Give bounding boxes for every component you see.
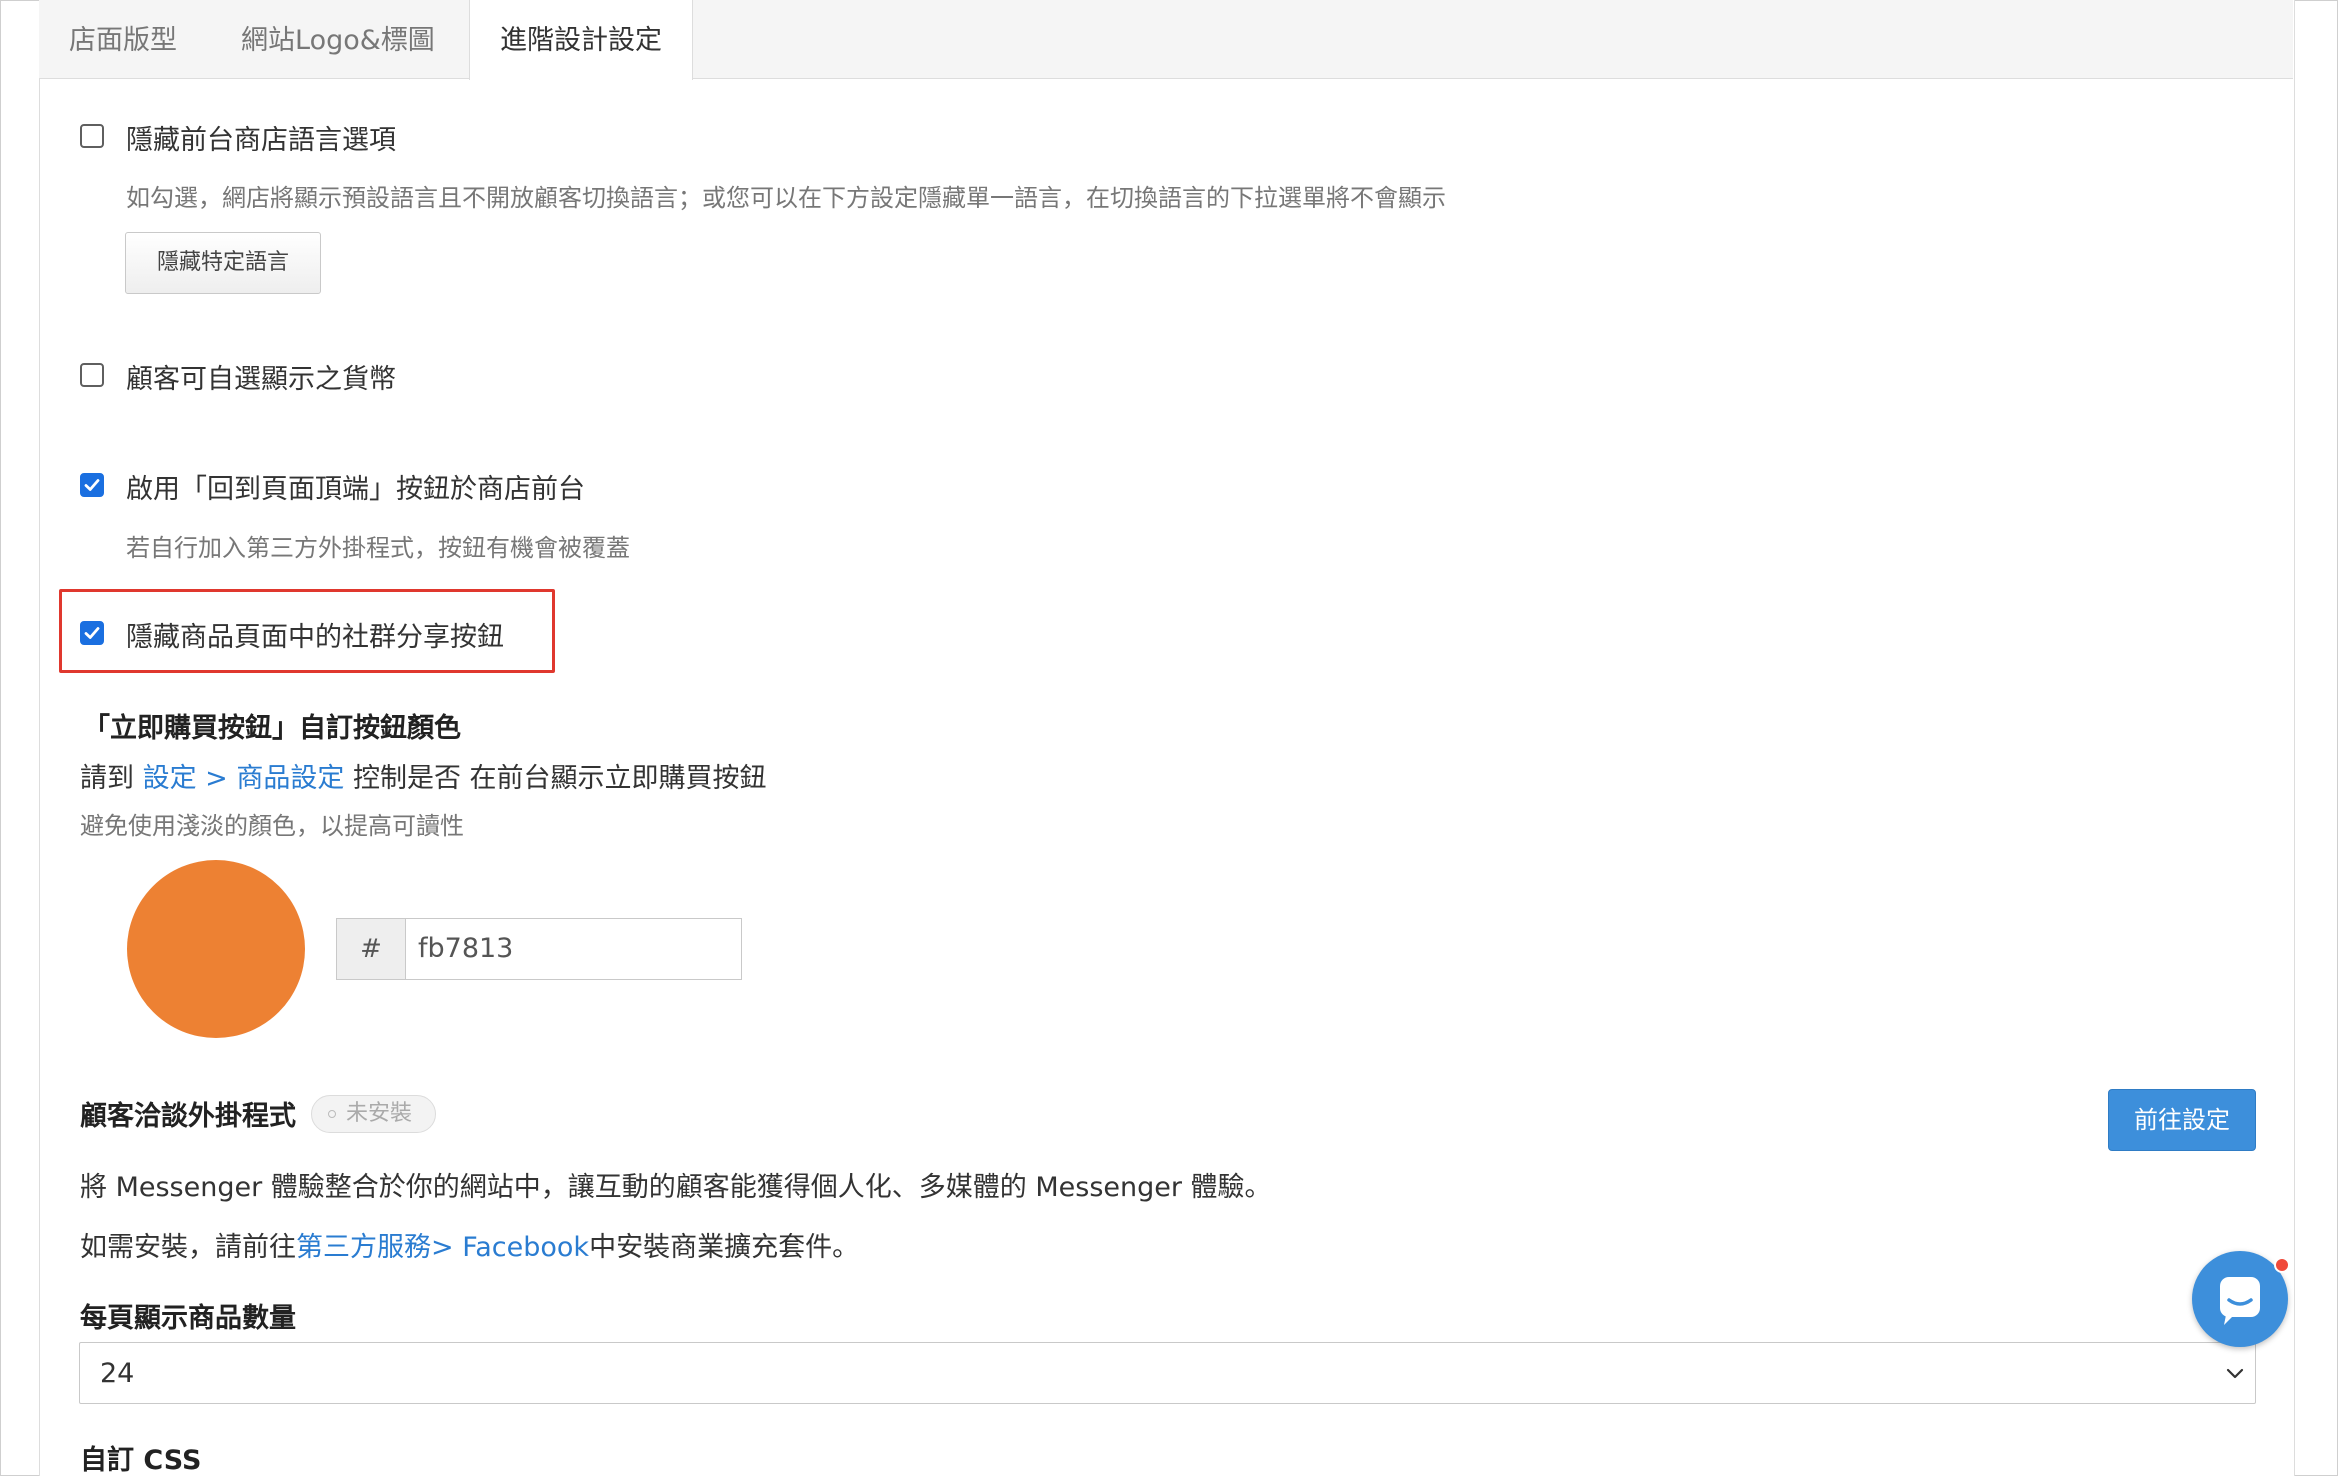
- product-settings-link[interactable]: 設定 > 商品設定: [143, 763, 345, 794]
- status-badge: 未安裝: [311, 1095, 436, 1133]
- tab-logo-banner[interactable]: 網站Logo&標圖: [241, 0, 435, 78]
- install-note-suffix: 中安裝商業擴充套件。: [589, 1232, 860, 1263]
- tab-storefront-theme[interactable]: 店面版型: [69, 0, 177, 78]
- hide-social-checkbox[interactable]: [80, 621, 104, 645]
- hide-language-hint: 如勾選，網店將顯示預設語言且不開放顧客切換語言；或您可以在下方設定隱藏單一語言，…: [126, 184, 1446, 212]
- notification-dot: [2274, 1257, 2290, 1273]
- buy-now-color-hint: 避免使用淺淡的顏色，以提高可讀性: [80, 812, 464, 840]
- messenger-title: 顧客洽談外掛程式: [80, 1101, 296, 1132]
- buy-now-color-title: 「立即購買按鈕」自訂按鈕顏色: [83, 713, 461, 744]
- back-to-top-hint: 若自行加入第三方外掛程式，按鈕有機會被覆蓋: [126, 534, 630, 562]
- back-to-top-checkbox[interactable]: [80, 473, 104, 497]
- status-dot-icon: [328, 1110, 336, 1118]
- messenger-desc: 將 Messenger 體驗整合於你的網站中，讓互動的顧客能獲得個人化、多媒體的…: [80, 1172, 1272, 1203]
- tab-advanced-design[interactable]: 進階設計設定: [469, 0, 693, 80]
- facebook-service-link[interactable]: 第三方服務> Facebook: [296, 1232, 589, 1263]
- install-note-prefix: 如需安裝，請前往: [80, 1232, 296, 1263]
- checkmark-icon: [84, 479, 100, 491]
- buy-now-color-desc: 請到 設定 > 商品設定 控制是否 在前台顯示立即購買按鈕: [80, 756, 767, 795]
- hide-specific-language-button[interactable]: 隱藏特定語言: [125, 232, 321, 294]
- color-hex-value[interactable]: fb7813: [406, 919, 513, 979]
- per-page-title: 每頁顯示商品數量: [80, 1303, 296, 1334]
- desc-suffix: 控制是否 在前台顯示立即購買按鈕: [344, 763, 767, 794]
- status-badge-label: 未安裝: [346, 1101, 413, 1126]
- go-to-settings-button[interactable]: 前往設定: [2108, 1089, 2256, 1151]
- chat-widget-button[interactable]: [2192, 1251, 2290, 1347]
- custom-css-title: 自訂 CSS: [80, 1445, 202, 1476]
- messenger-install-note: 如需安裝，請前往第三方服務> Facebook中安裝商業擴充套件。: [80, 1225, 859, 1264]
- tab-bar: 店面版型 網站Logo&標圖 進階設計設定: [39, 0, 2293, 80]
- currency-checkbox[interactable]: [80, 363, 104, 387]
- chevron-down-icon: [2226, 1368, 2244, 1379]
- per-page-select[interactable]: 24: [79, 1342, 2256, 1404]
- hash-addon: #: [337, 919, 406, 979]
- color-swatch[interactable]: [127, 860, 305, 1038]
- hide-language-label: 隱藏前台商店語言選項: [126, 125, 396, 156]
- back-to-top-label: 啟用「回到頁面頂端」按鈕於商店前台: [126, 474, 585, 505]
- hide-social-label: 隱藏商品頁面中的社群分享按鈕: [126, 622, 504, 653]
- hide-language-checkbox[interactable]: [80, 124, 104, 148]
- currency-label: 顧客可自選顯示之貨幣: [126, 364, 396, 395]
- desc-prefix: 請到: [80, 763, 143, 794]
- color-hex-input[interactable]: # fb7813: [336, 918, 742, 980]
- per-page-value: 24: [100, 1358, 135, 1389]
- checkmark-icon: [84, 627, 100, 639]
